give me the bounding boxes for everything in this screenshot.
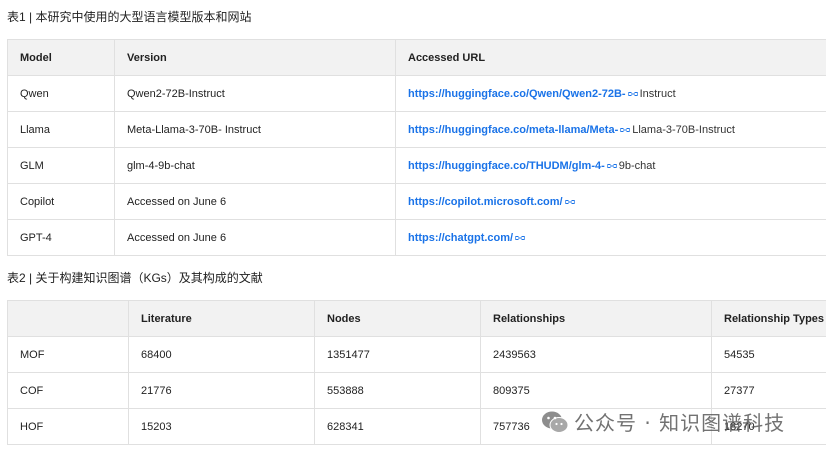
- header-literature: Literature: [128, 300, 315, 337]
- external-link-icon[interactable]: [564, 198, 575, 206]
- watermark: 公众号 · 知识图谱科技: [540, 407, 785, 436]
- url-suffix: 9b-chat: [618, 159, 656, 172]
- cell-version: Meta-Llama-3-70B- Instruct: [114, 111, 396, 148]
- external-link-icon[interactable]: [606, 162, 617, 170]
- table-row: Qwen Qwen2-72B-Instruct https://huggingf…: [7, 75, 826, 112]
- table-row: MOF 68400 1351477 2439563 54535: [7, 336, 826, 373]
- table-row: Copilot Accessed on June 6 https://copil…: [7, 183, 826, 220]
- table2-caption: 表2 | 关于构建知识图谱（KGs）及其构成的文献: [7, 271, 263, 285]
- table1-caption: 表1 | 本研究中使用的大型语言模型版本和网站: [7, 10, 252, 24]
- cell-version: Qwen2-72B-Instruct: [114, 75, 396, 112]
- table-row: COF 21776 553888 809375 27377: [7, 372, 826, 409]
- url-suffix: Llama-3-70B-Instruct: [632, 123, 735, 136]
- header-relationship-types: Relationship Types: [711, 300, 826, 337]
- header-accessed-url: Accessed URL: [395, 39, 826, 76]
- cell-version: Accessed on June 6: [114, 183, 396, 220]
- external-link-icon[interactable]: [620, 126, 631, 134]
- cell-nodes: 1351477: [314, 336, 481, 373]
- cell-model: GLM: [7, 147, 115, 184]
- cell-literature: 21776: [128, 372, 315, 409]
- table-row: Llama Meta-Llama-3-70B- Instruct https:/…: [7, 111, 826, 148]
- cell-framework: HOF: [7, 408, 129, 445]
- url-link[interactable]: https://huggingface.co/THUDM/glm-4-: [408, 160, 605, 172]
- cell-literature: 68400: [128, 336, 315, 373]
- cell-relationship-types: 54535: [711, 336, 826, 373]
- header-nodes: Nodes: [314, 300, 481, 337]
- watermark-text: 公众号 · 知识图谱科技: [574, 411, 786, 435]
- url-link[interactable]: https://huggingface.co/meta-llama/Meta-: [408, 124, 618, 136]
- cell-literature: 15203: [128, 408, 315, 445]
- table-header-row: Model Version Accessed URL: [7, 39, 826, 76]
- external-link-icon[interactable]: [627, 90, 638, 98]
- cell-url: https://chatgpt.com/: [395, 219, 826, 256]
- cell-relationships: 2439563: [480, 336, 712, 373]
- header-version: Version: [114, 39, 396, 76]
- cell-nodes: 553888: [314, 372, 481, 409]
- cell-model: GPT-4: [7, 219, 115, 256]
- header-model: Model: [7, 39, 115, 76]
- url-link[interactable]: https://huggingface.co/Qwen/Qwen2-72B-: [408, 88, 626, 100]
- table-header-row: Literature Nodes Relationships Relations…: [7, 300, 826, 337]
- url-link[interactable]: https://copilot.microsoft.com/: [408, 196, 563, 208]
- external-link-icon[interactable]: [515, 234, 526, 242]
- cell-relationship-types: 27377: [711, 372, 826, 409]
- wechat-icon: [542, 411, 569, 433]
- cell-relationships: 809375: [480, 372, 712, 409]
- table-row: GLM glm-4-9b-chat https://huggingface.co…: [7, 147, 826, 184]
- cell-url: https://huggingface.co/meta-llama/Meta- L…: [395, 111, 826, 148]
- cell-model: Llama: [7, 111, 115, 148]
- url-suffix: Instruct: [639, 87, 676, 100]
- cell-framework: COF: [7, 372, 129, 409]
- cell-nodes: 628341: [314, 408, 481, 445]
- cell-url: https://huggingface.co/THUDM/glm-4- 9b-ch…: [395, 147, 826, 184]
- cell-url: https://copilot.microsoft.com/: [395, 183, 826, 220]
- table-row: GPT-4 Accessed on June 6 https://chatgpt…: [7, 219, 826, 256]
- cell-model: Copilot: [7, 183, 115, 220]
- cell-version: Accessed on June 6: [114, 219, 396, 256]
- cell-url: https://huggingface.co/Qwen/Qwen2-72B- In…: [395, 75, 826, 112]
- header-blank: [7, 300, 129, 337]
- header-relationships: Relationships: [480, 300, 712, 337]
- llm-versions-table: Model Version Accessed URL Qwen Qwen2-72…: [7, 39, 826, 256]
- cell-framework: MOF: [7, 336, 129, 373]
- cell-version: glm-4-9b-chat: [114, 147, 396, 184]
- url-link[interactable]: https://chatgpt.com/: [408, 232, 513, 244]
- cell-model: Qwen: [7, 75, 115, 112]
